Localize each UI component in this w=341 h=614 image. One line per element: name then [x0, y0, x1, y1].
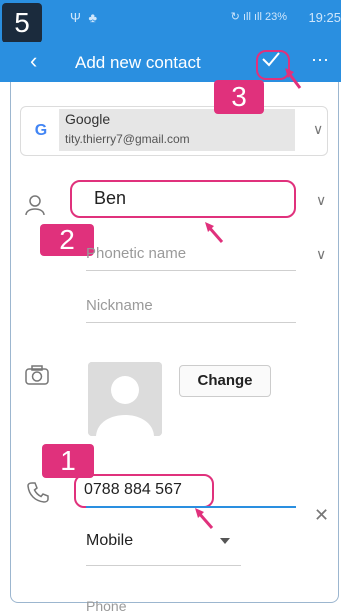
account-selector[interactable]: G Google tity.thierry7@gmail.com ∨ [20, 106, 328, 156]
chevron-left-icon[interactable]: ‹ [30, 48, 37, 74]
step-label-5: 5 [2, 3, 42, 43]
avatar-silhouette-icon [88, 362, 162, 436]
avatar[interactable] [88, 362, 162, 436]
nickname-underline [86, 322, 296, 323]
account-email: tity.thierry7@gmail.com [65, 132, 190, 146]
change-photo-button[interactable]: Change [179, 365, 271, 397]
page-title: Add new contact [75, 53, 201, 72]
battery-indicator: 23% [264, 11, 287, 23]
more-icon[interactable]: ⋯ [311, 50, 331, 71]
phone-input[interactable]: 0788 884 567 [84, 481, 182, 499]
chevron-down-icon[interactable]: ∨ [313, 121, 323, 138]
chevron-down-icon[interactable]: ∨ [316, 246, 326, 263]
content-frame [10, 82, 339, 603]
phone-type-select[interactable]: Mobile [86, 532, 133, 550]
chevron-down-icon[interactable]: ∨ [316, 192, 326, 209]
phone-underline [86, 506, 296, 508]
notification-icons: Ψ ♣ [70, 10, 100, 25]
status-bar: 5 Ψ ♣ ↻ ıll ıll 23% 19:25 [0, 0, 341, 43]
close-icon[interactable]: ✕ [314, 505, 329, 526]
annotation-arrow-2 [205, 222, 224, 243]
person-icon [25, 195, 45, 216]
clock: 19:25 [308, 10, 341, 25]
dropdown-triangle-icon[interactable] [220, 538, 230, 544]
nickname-input[interactable]: Nickname [86, 297, 153, 314]
annotation-highlight-check [256, 50, 290, 80]
account-name: Google [65, 111, 111, 127]
camera-icon[interactable] [24, 364, 50, 386]
phone-type-underline [86, 565, 241, 566]
annotation-badge-1: 1 [42, 444, 94, 478]
phone-input-next[interactable]: Phone [86, 598, 126, 614]
status-right: ↻ ıll ıll 23% [230, 11, 287, 23]
annotation-arrow-1 [195, 508, 214, 529]
name-input[interactable]: Ben [94, 188, 126, 209]
phonetic-underline [86, 270, 296, 271]
google-icon: G [31, 121, 51, 141]
annotation-badge-3: 3 [214, 80, 264, 114]
phone-icon [27, 482, 49, 503]
phonetic-name-input[interactable]: Phonetic name [86, 245, 186, 262]
